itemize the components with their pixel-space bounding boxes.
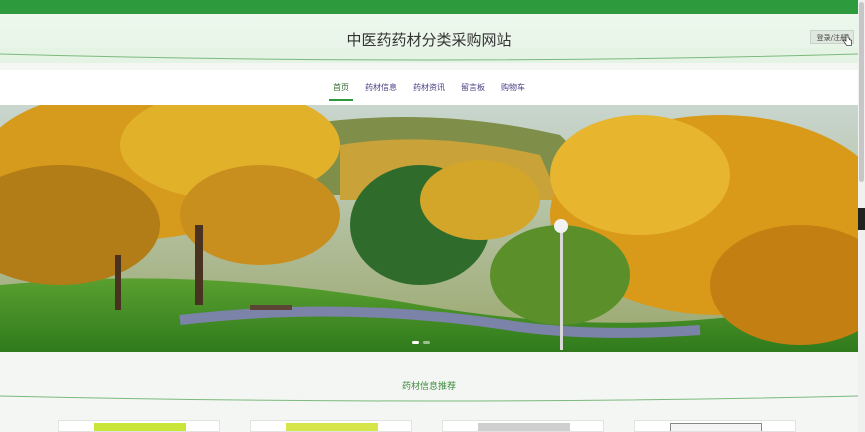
herb-card[interactable]	[250, 420, 412, 432]
carousel-indicators	[412, 341, 430, 344]
header-wave-divider	[0, 48, 858, 61]
autumn-park-image	[0, 105, 858, 352]
herb-card[interactable]	[442, 420, 604, 432]
herb-card-image	[94, 423, 186, 431]
site-title: 中医药药材分类采购网站	[346, 31, 512, 49]
carousel-dot[interactable]	[412, 341, 419, 344]
carousel-dot[interactable]	[423, 341, 430, 344]
scrollbar-thumb[interactable]	[859, 2, 864, 182]
nav-item[interactable]: 药材资讯	[405, 70, 453, 105]
nav-item[interactable]: 首页	[325, 70, 357, 105]
hero-banner-carousel[interactable]	[0, 105, 858, 352]
side-tab-handle[interactable]	[858, 208, 865, 230]
herb-card-list	[58, 420, 796, 432]
nav-item[interactable]: 药材信息	[357, 70, 405, 105]
top-accent-bar	[0, 0, 858, 14]
herb-card-image	[478, 423, 570, 431]
main-nav: 首页 药材信息 药材资讯 留言板 购物车	[0, 70, 858, 105]
nav-item[interactable]: 购物车	[493, 70, 533, 105]
herb-card-image	[670, 423, 762, 431]
hand-cursor-icon	[843, 34, 852, 46]
herb-card-image	[286, 423, 378, 431]
nav-item[interactable]: 留言板	[453, 70, 493, 105]
herb-card[interactable]	[58, 420, 220, 432]
section-divider	[0, 395, 858, 402]
herb-card[interactable]	[634, 420, 796, 432]
section-title-herb-recommend: 药材信息推荐	[401, 382, 456, 392]
